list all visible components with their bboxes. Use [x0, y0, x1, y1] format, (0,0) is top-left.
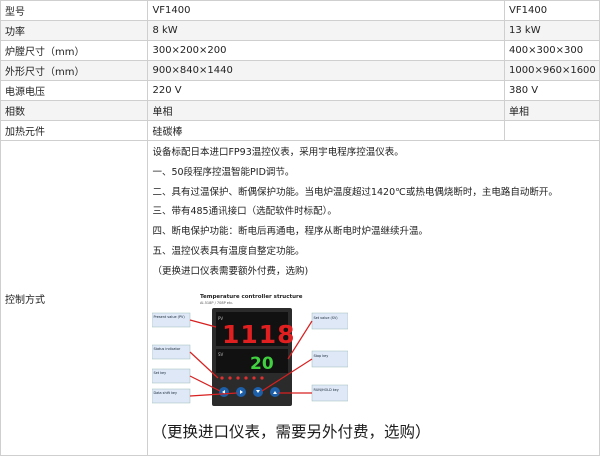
table-row: 外形尺寸（mm） 900×840×1440 1000×960×1600 [0, 60, 600, 81]
purchase-note-caption: （更换进口仪表，需要另外付费，选购） [151, 423, 431, 441]
callout-text: Set value (SV) [314, 316, 339, 320]
cell-value: 400×300×300 [504, 40, 600, 61]
table-row: 炉膛尺寸（mm） 300×200×200 400×300×300 [0, 40, 600, 61]
row-label: 炉膛尺寸（mm） [0, 40, 149, 61]
row-label: 控制方式 [0, 140, 149, 456]
callout-text: Stop key [314, 354, 329, 358]
cell-value: 单相 [147, 100, 506, 121]
cell-vf1400-a: VF1400 [147, 0, 506, 21]
table-row: 相数 单相 单相 [0, 100, 600, 121]
panel-subtitle: AI-518P / 708P etc. [200, 301, 233, 305]
cell-value: 单相 [504, 100, 600, 121]
cell-vf1400-b: VF1400 [504, 0, 600, 21]
callouts-left: Present value (PV) Status indicator Set … [152, 312, 191, 404]
sv-digits: 20 [250, 354, 274, 374]
panel-title: Temperature controller structure [200, 294, 303, 300]
cell-value [504, 120, 600, 141]
controller-structure-image: Temperature controller structure AI-518P… [152, 289, 349, 414]
cell-value: 13 kW [504, 20, 600, 41]
table-row: 型号 VF1400 VF1400 [0, 0, 600, 21]
cell-value: 900×840×1440 [147, 60, 506, 81]
spec-table: 型号 VF1400 VF1400 功率 8 kW 13 kW 炉膛尺寸（mm） … [0, 0, 600, 456]
cell-value: 220 V [147, 80, 506, 101]
sv-label: SV [218, 352, 224, 357]
feature-item: （更换进口仪表需要额外付费，选购) [152, 265, 309, 277]
feature-item: 四、断电保护功能：断电后再通电，程序从断电时炉温继续升温。 [152, 226, 428, 238]
pv-digits: 1118 [222, 320, 296, 349]
callout-text: RUN/HOLD key [314, 388, 339, 392]
feature-item: 二、具有过温保护、断偶保护功能。当电炉温度超过1420℃或热电偶烧断时，主电路自… [152, 186, 558, 198]
table-row: 电源电压 220 V 380 V [0, 80, 600, 101]
feature-item: 三、带有485通讯接口（选配软件时标配）。 [152, 206, 337, 218]
table-row-control: 控制方式 设备标配日本进口FP93温控仪表，采用宇电程序控温仪表。 一、50段程… [0, 140, 600, 456]
table-row: 加热元件 硅碳棒 [0, 120, 600, 141]
feature-item: 五、温控仪表具有温度自整定功能。 [152, 245, 305, 257]
cell-value: 380 V [504, 80, 600, 101]
feature-item: 一、50段程序控温智能PID调节。 [152, 166, 295, 178]
row-label: 型号 [0, 0, 149, 21]
cell-value: 300×200×200 [147, 40, 506, 61]
callouts-right: Set value (SV) Stop key RUN/HOLD key [312, 312, 349, 402]
row-label: 外形尺寸（mm） [0, 60, 149, 81]
cell-value: 硅碳棒 [147, 120, 506, 141]
cell-value: 1000×960×1600 [504, 60, 600, 81]
callout-text: Data shift key [154, 391, 178, 395]
control-intro: 设备标配日本进口FP93温控仪表，采用宇电程序控温仪表。 [152, 147, 404, 158]
row-label: 相数 [0, 100, 149, 121]
callout-text: Status indicator [154, 347, 181, 351]
table-row: 功率 8 kW 13 kW [0, 20, 600, 41]
row-label: 功率 [0, 20, 149, 41]
row-label: 电源电压 [0, 80, 149, 101]
callout-text: Present value (PV) [154, 315, 186, 319]
row-label: 加热元件 [0, 120, 149, 141]
callout-text: Set key [154, 371, 167, 375]
control-description-cell: 设备标配日本进口FP93温控仪表，采用宇电程序控温仪表。 一、50段程序控温智能… [147, 140, 600, 456]
cell-value: 8 kW [147, 20, 506, 41]
